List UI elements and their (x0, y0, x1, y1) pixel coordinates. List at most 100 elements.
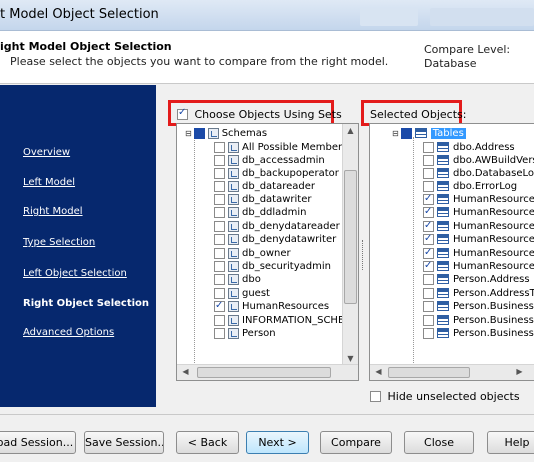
horizontal-scrollbar[interactable]: ◀ ▶ (370, 364, 534, 380)
item-check[interactable] (214, 141, 225, 153)
item-check[interactable] (423, 205, 434, 218)
scroll-down-icon[interactable]: ▼ (343, 354, 358, 363)
scroll-left-icon[interactable]: ◀ (371, 367, 386, 376)
collapse-icon[interactable]: ⊟ (392, 129, 399, 138)
item-check[interactable] (423, 154, 434, 166)
item-check[interactable] (214, 193, 225, 205)
compare-button[interactable]: Compare (320, 431, 392, 454)
item-check[interactable] (423, 180, 434, 192)
scroll-thumb[interactable] (197, 367, 331, 378)
back-button[interactable]: < Back (176, 431, 239, 454)
item-check[interactable] (214, 287, 225, 299)
list-item[interactable]: db_denydatareader (214, 220, 340, 233)
list-item[interactable]: All Possible Members (214, 141, 347, 154)
list-item[interactable]: HumanResource (423, 192, 534, 206)
list-item[interactable]: db_backupoperator (214, 167, 339, 180)
list-item[interactable]: db_denydatawriter (214, 233, 336, 246)
selected-objects-panel[interactable]: ⊟ Tables dbo.Address dbo.AWBuildVers dbo.… (369, 123, 534, 381)
list-item[interactable]: Person.AddressT (423, 287, 534, 300)
sidebar-item-type-selection[interactable]: Type Selection (23, 237, 95, 248)
list-item[interactable]: db_securityadmin (214, 260, 331, 273)
scroll-thumb[interactable] (344, 170, 357, 304)
sidebar-item-left-model[interactable]: Left Model (23, 177, 75, 188)
item-check[interactable] (214, 260, 225, 272)
list-item[interactable]: HumanResource (423, 246, 534, 260)
list-item[interactable]: Person.BusinessI (423, 327, 534, 340)
list-item[interactable]: HumanResource (423, 219, 534, 233)
list-item[interactable]: Person (214, 327, 276, 340)
save-session-button[interactable]: Save Session... (84, 431, 164, 454)
item-check[interactable] (423, 232, 434, 245)
root-check[interactable] (400, 127, 412, 139)
choose-sets-check[interactable] (177, 107, 188, 120)
tree-root-tables[interactable]: ⊟ Tables (392, 127, 466, 140)
item-check[interactable] (423, 259, 434, 272)
tree-root-schemas[interactable]: ⊟ Schemas (185, 127, 267, 140)
list-item[interactable]: Person.BusinessI (423, 314, 534, 327)
list-item[interactable]: db_ddladmin (214, 206, 307, 219)
list-item[interactable]: HumanResource (423, 205, 534, 219)
list-item[interactable]: db_datawriter (214, 193, 311, 206)
item-check[interactable] (214, 273, 225, 285)
list-item[interactable]: INFORMATION_SCHE (214, 314, 344, 327)
hide-unselected-check[interactable] (370, 390, 381, 402)
schemas-tree-panel[interactable]: ⊟ Schemas All Possible Members db_accessa… (176, 123, 359, 381)
sidebar-item-overview[interactable]: Overview (23, 147, 70, 158)
list-item[interactable]: dbo (214, 273, 261, 286)
item-check[interactable] (423, 327, 434, 339)
sidebar-item-right-object-selection[interactable]: Right Object Selection (23, 298, 149, 309)
close-button[interactable]: Close (404, 431, 474, 454)
sidebar-item-advanced-options[interactable]: Advanced Options (23, 327, 114, 338)
hide-unselected-checkbox[interactable]: Hide unselected objects (370, 389, 520, 403)
item-check[interactable] (423, 314, 434, 326)
item-check[interactable] (423, 167, 434, 179)
load-session-button[interactable]: oad Session... (0, 431, 76, 454)
item-check[interactable] (214, 299, 225, 312)
item-check[interactable] (423, 192, 434, 205)
item-check[interactable] (214, 233, 225, 245)
list-item[interactable]: HumanResources (214, 299, 329, 313)
item-check[interactable] (423, 246, 434, 259)
sidebar-item-left-object-selection[interactable]: Left Object Selection (23, 268, 127, 279)
item-check[interactable] (214, 314, 225, 326)
table-icon (437, 234, 449, 244)
item-check[interactable] (423, 273, 434, 285)
sidebar-item-right-model[interactable]: Right Model (23, 206, 83, 217)
scroll-right-icon[interactable]: ▶ (512, 367, 527, 376)
item-check[interactable] (214, 327, 225, 339)
item-check[interactable] (214, 247, 225, 259)
list-item[interactable]: db_owner (214, 247, 291, 260)
collapse-icon[interactable]: ⊟ (185, 129, 192, 138)
scroll-thumb[interactable] (388, 367, 470, 378)
item-check[interactable] (214, 167, 225, 179)
list-item[interactable]: HumanResource (423, 259, 534, 273)
item-check[interactable] (423, 287, 434, 299)
choose-sets-checkbox[interactable]: Choose Objects Using Sets (177, 107, 342, 121)
root-check[interactable] (193, 127, 205, 139)
item-label: dbo.AWBuildVers (453, 155, 534, 166)
item-check[interactable] (214, 180, 225, 192)
list-item[interactable]: dbo.Address (423, 141, 515, 154)
help-button[interactable]: Help (487, 431, 534, 454)
item-check[interactable] (214, 154, 225, 166)
vertical-scrollbar[interactable]: ▲ ▼ (342, 124, 358, 365)
splitter-handle[interactable] (362, 240, 365, 270)
list-item[interactable]: dbo.ErrorLog (423, 180, 517, 193)
tree-root-label: Tables (430, 128, 466, 139)
scroll-left-icon[interactable]: ◀ (178, 367, 193, 376)
list-item[interactable]: Person.BusinessI (423, 300, 534, 313)
item-check[interactable] (423, 141, 434, 153)
list-item[interactable]: db_accessadmin (214, 154, 325, 167)
list-item[interactable]: Person.Address (423, 273, 530, 286)
list-item[interactable]: dbo.AWBuildVers (423, 154, 534, 167)
list-item[interactable]: dbo.DatabaseLog (423, 167, 534, 180)
item-check[interactable] (214, 206, 225, 218)
scroll-up-icon[interactable]: ▲ (343, 126, 358, 135)
list-item[interactable]: db_datareader (214, 180, 315, 193)
item-check[interactable] (214, 220, 225, 232)
item-check[interactable] (423, 300, 434, 312)
horizontal-scrollbar[interactable]: ◀ (177, 364, 358, 380)
next-button[interactable]: Next > (246, 431, 309, 454)
item-check[interactable] (423, 219, 434, 232)
list-item[interactable]: HumanResource (423, 232, 534, 246)
